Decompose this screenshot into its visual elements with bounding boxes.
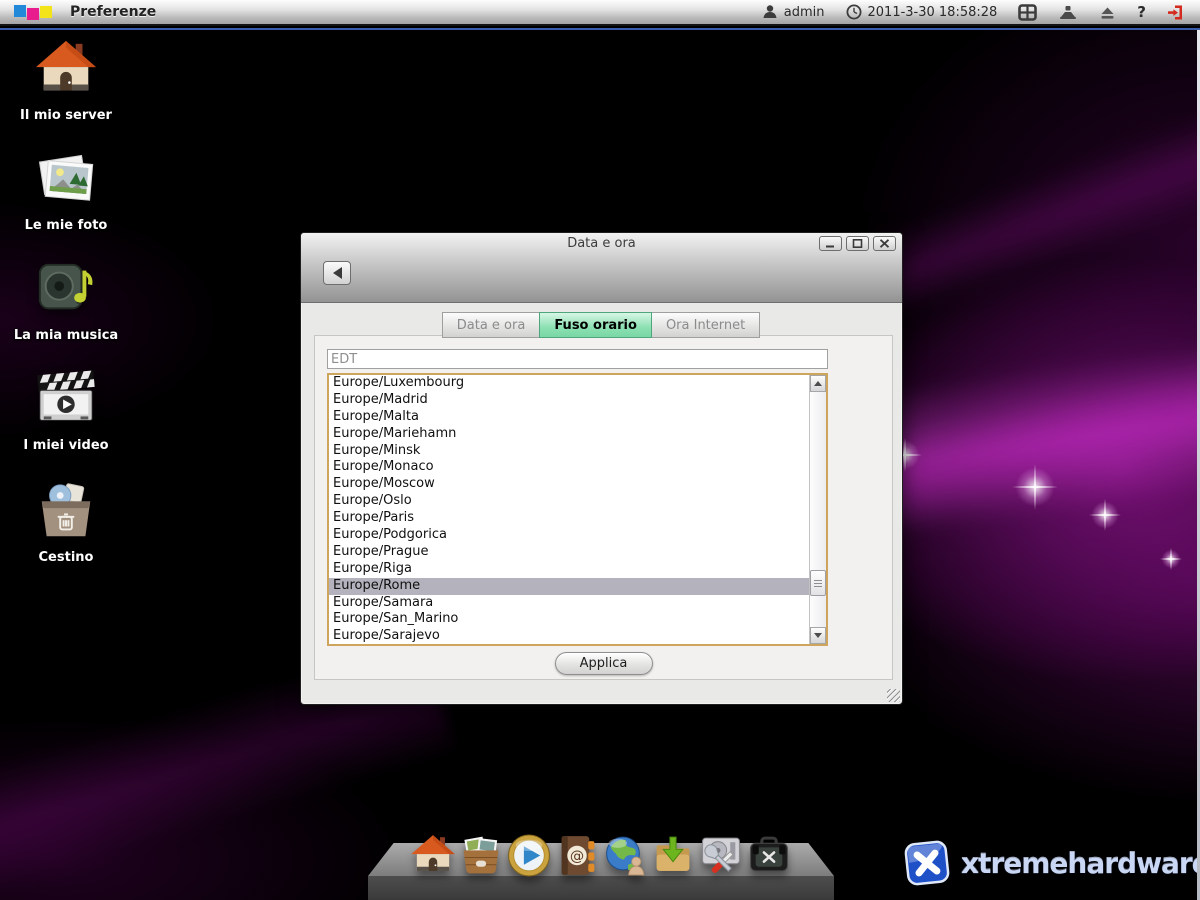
maximize-button[interactable] <box>846 236 869 251</box>
timezone-row[interactable]: Europe/Riga <box>329 561 809 578</box>
clock-icon <box>846 4 862 20</box>
timezone-row[interactable]: Europe/Podgorica <box>329 527 809 544</box>
scroll-up-button[interactable] <box>810 375 826 392</box>
dock-item-home[interactable] <box>411 833 456 878</box>
timezone-row[interactable]: Europe/Samara <box>329 595 809 612</box>
dock-item-downloads[interactable] <box>651 833 696 878</box>
timezone-row[interactable]: Europe/Malta <box>329 409 809 426</box>
media-player-icon <box>507 833 552 878</box>
dock-item-disk-utility[interactable] <box>699 833 744 878</box>
dock-item-media-player[interactable] <box>507 833 552 878</box>
desktop-icon-label: La mia musica <box>8 328 124 343</box>
dock-item-contacts[interactable] <box>555 833 600 878</box>
watermark-text: xtremehardware.it <box>961 847 1200 880</box>
minimize-icon <box>825 239 836 248</box>
resize-grip[interactable] <box>887 689 900 702</box>
timezone-row[interactable]: Europe/Sarajevo <box>329 628 809 644</box>
show-desktop-icon[interactable] <box>1058 5 1078 20</box>
desktop-icon-my-photos[interactable]: Le mie foto <box>8 148 124 233</box>
photo-box-icon <box>459 833 504 878</box>
desktop-icon-trash[interactable]: Cestino <box>8 480 124 565</box>
trash-icon <box>33 480 99 542</box>
window-header[interactable]: Data e ora <box>301 233 902 303</box>
watermark: xtremehardware.it <box>903 839 1200 887</box>
chevron-up-icon <box>814 381 822 386</box>
datetime-label: 2011-3-30 18:58:28 <box>868 5 998 20</box>
timezone-row[interactable]: Europe/Minsk <box>329 443 809 460</box>
timezone-row[interactable]: Europe/Madrid <box>329 392 809 409</box>
home-icon <box>411 833 456 878</box>
back-arrow-icon <box>333 267 342 279</box>
tab-internet-time[interactable]: Ora Internet <box>651 312 760 338</box>
desktop-screen: Preferenze admin 2011-3-30 18:58:28 <box>0 0 1200 900</box>
user-menu[interactable]: admin <box>762 4 825 20</box>
tab-date-and-time[interactable]: Data e ora <box>442 312 541 338</box>
toolbox-icon <box>747 833 792 878</box>
dock-item-photos[interactable] <box>459 833 504 878</box>
timezone-row[interactable]: Europe/Rome <box>329 578 809 595</box>
clock-display[interactable]: 2011-3-30 18:58:28 <box>846 4 998 20</box>
maximize-icon <box>852 239 863 248</box>
desktop-icon-label: I miei video <box>8 438 124 453</box>
chevron-down-icon <box>814 633 822 638</box>
logout-icon[interactable] <box>1167 4 1184 21</box>
scrollbar-thumb[interactable] <box>810 570 826 596</box>
dock-item-network[interactable] <box>603 833 648 878</box>
tab-bar: Data e ora Fuso orario Ora Internet <box>302 312 901 338</box>
photos-icon <box>33 148 99 210</box>
downloads-folder-icon <box>651 833 696 878</box>
dock-item-toolbox[interactable] <box>747 833 792 878</box>
apply-button[interactable]: Applica <box>555 652 653 675</box>
close-icon <box>879 239 890 248</box>
vertical-scrollbar[interactable] <box>809 375 826 644</box>
viewport-top-border <box>0 28 1200 30</box>
minimize-button[interactable] <box>819 236 842 251</box>
sparkle-star <box>1160 548 1182 570</box>
help-button[interactable]: ? <box>1137 3 1146 21</box>
desktop-icon-label: Cestino <box>8 550 124 565</box>
timezone-row[interactable]: Europe/San_Marino <box>329 611 809 628</box>
timezone-row[interactable]: Europe/Prague <box>329 544 809 561</box>
home-icon <box>33 38 99 100</box>
user-icon <box>762 4 778 20</box>
brand-squares-icon <box>14 5 52 20</box>
timezone-row[interactable]: Europe/Luxembourg <box>329 375 809 392</box>
dock <box>368 843 834 900</box>
topbar: Preferenze admin 2011-3-30 18:58:28 <box>0 0 1200 26</box>
timezone-list: Europe/LuxembourgEurope/MadridEurope/Mal… <box>329 375 809 644</box>
desktop-icon-label: Il mio server <box>8 108 124 123</box>
network-globe-icon <box>603 833 648 878</box>
username-label: admin <box>784 5 825 20</box>
close-button[interactable] <box>873 236 896 251</box>
sparkle-star <box>1089 499 1121 531</box>
timezone-row[interactable]: Europe/Moscow <box>329 476 809 493</box>
timezone-filter-input[interactable] <box>327 349 828 369</box>
timezone-row[interactable]: Europe/Paris <box>329 510 809 527</box>
desktop-icon-my-server[interactable]: Il mio server <box>8 38 124 123</box>
contacts-icon <box>555 833 600 878</box>
desktop-icon-my-music[interactable]: La mia musica <box>8 258 124 343</box>
music-icon <box>33 258 99 320</box>
back-button[interactable] <box>323 261 351 285</box>
window-date-and-time: Data e ora Data e ora Fuso orario <box>300 232 903 705</box>
window-content: Data e ora Fuso orario Ora Internet Euro… <box>302 304 901 703</box>
desktop-icon-label: Le mie foto <box>8 218 124 233</box>
scroll-down-button[interactable] <box>810 627 826 644</box>
timezone-listbox: Europe/LuxembourgEurope/MadridEurope/Mal… <box>327 373 828 646</box>
window-switcher-icon[interactable] <box>1018 4 1037 21</box>
timezone-row[interactable]: Europe/Monaco <box>329 459 809 476</box>
timezone-row[interactable]: Europe/Mariehamn <box>329 426 809 443</box>
video-icon <box>33 368 99 430</box>
tab-time-zone[interactable]: Fuso orario <box>539 312 652 338</box>
eject-icon[interactable] <box>1099 5 1116 20</box>
app-title: Preferenze <box>70 4 156 20</box>
sparkle-star <box>1012 464 1058 510</box>
disk-utility-icon <box>699 833 744 878</box>
xtremehardware-logo-icon <box>903 839 951 887</box>
window-title: Data e ora <box>301 236 902 251</box>
desktop-icon-my-videos[interactable]: I miei video <box>8 368 124 453</box>
timezone-row[interactable]: Europe/Oslo <box>329 493 809 510</box>
tab-panel: Europe/LuxembourgEurope/MadridEurope/Mal… <box>314 335 893 680</box>
